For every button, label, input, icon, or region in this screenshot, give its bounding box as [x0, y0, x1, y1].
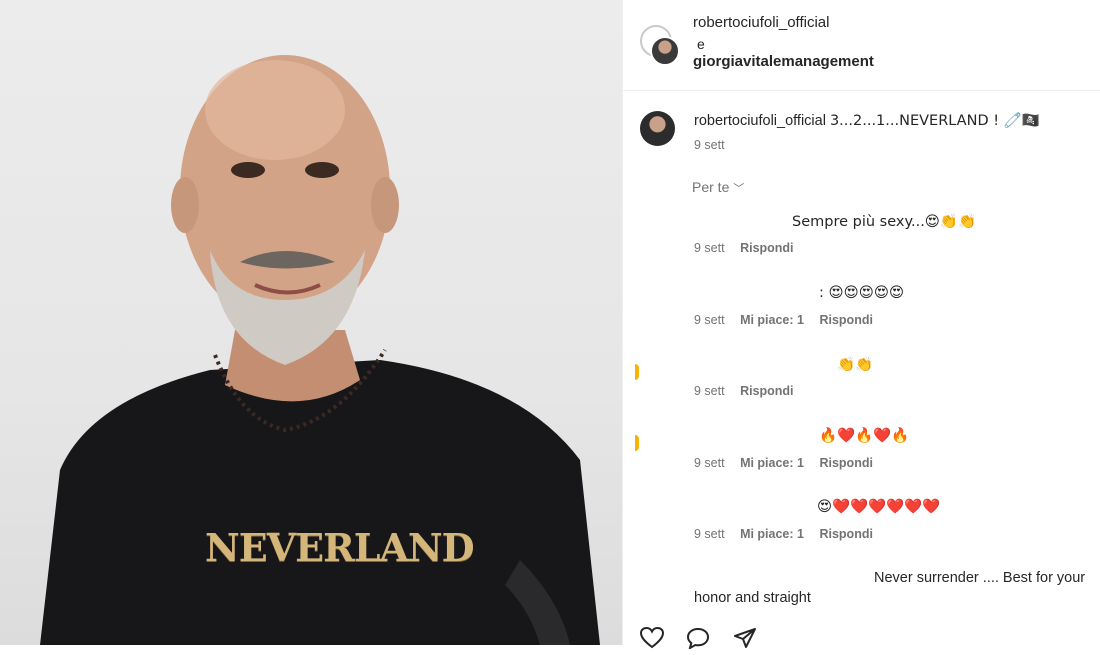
comment-date: 9 sett — [694, 456, 725, 470]
post-photo: NEVERLAND — [0, 0, 622, 645]
comment-text: 👏👏 — [837, 357, 874, 373]
comment-meta: 9 sett Mi piace: 1 Rispondi — [694, 456, 885, 470]
reply-button[interactable]: Rispondi — [819, 313, 872, 327]
reply-button[interactable]: Rispondi — [819, 527, 872, 541]
comment-filter-dropdown[interactable]: Per te ﹀ — [692, 179, 744, 196]
caption-text: 3...2...1...NEVERLAND ! 🧷🏴‍☠️ — [829, 113, 1040, 129]
header-username-1[interactable]: robertociufoli_official — [693, 14, 829, 31]
comment-date: 9 sett — [694, 527, 725, 541]
comment-text-continued: honor and straight — [694, 590, 811, 606]
caption-avatar[interactable] — [640, 111, 675, 146]
chevron-down-icon: ﹀ — [733, 183, 745, 195]
comment-meta: 9 sett Mi piace: 1 Rispondi — [694, 527, 885, 541]
comment-text: Sempre più sexy...😍👏👏 — [792, 214, 977, 230]
comment-likes[interactable]: Mi piace: 1 — [740, 313, 804, 327]
avatar-edge — [635, 435, 639, 451]
comment-meta: 9 sett Rispondi — [694, 241, 806, 255]
avatar-edge — [635, 364, 639, 380]
filter-label: Per te — [692, 179, 730, 195]
comment-text: Never surrender .... Best for your — [874, 570, 1086, 586]
comment-date: 9 sett — [694, 313, 725, 327]
comment-likes[interactable]: Mi piace: 1 — [740, 456, 804, 470]
comment-text: : 😍😍😍😍😍 — [819, 285, 905, 301]
heart-icon[interactable] — [639, 626, 665, 655]
caption-date: 9 sett — [694, 138, 725, 152]
comment-meta: 9 sett Rispondi — [694, 384, 806, 398]
comment-likes[interactable]: Mi piace: 1 — [740, 527, 804, 541]
reply-button[interactable]: Rispondi — [740, 241, 793, 255]
share-icon[interactable] — [733, 627, 757, 655]
caption-username[interactable]: robertociufoli_official — [694, 113, 826, 129]
comment-text: 🔥❤️🔥❤️🔥 — [819, 428, 910, 444]
header-conjunction: e — [697, 36, 705, 52]
comment-date: 9 sett — [694, 384, 725, 398]
post-header: robertociufoli_official e giorgiavitalem… — [623, 0, 1100, 91]
comment-date: 9 sett — [694, 241, 725, 255]
collab-avatar-2[interactable] — [650, 36, 680, 66]
reply-button[interactable]: Rispondi — [819, 456, 872, 470]
comment-text: 😍❤️❤️❤️❤️❤️❤️ — [817, 499, 941, 515]
shirt-logo-text: NEVERLAND — [205, 525, 475, 570]
post-details-panel: robertociufoli_official e giorgiavitalem… — [622, 0, 1100, 651]
caption: robertociufoli_official 3...2...1...NEVE… — [694, 112, 1040, 129]
reply-button[interactable]: Rispondi — [740, 384, 793, 398]
post-actions — [639, 626, 775, 655]
comment-meta: 9 sett Mi piace: 1 Rispondi — [694, 313, 885, 327]
comment-icon[interactable] — [686, 627, 710, 655]
header-username-2[interactable]: giorgiavitalemanagement — [693, 53, 874, 70]
